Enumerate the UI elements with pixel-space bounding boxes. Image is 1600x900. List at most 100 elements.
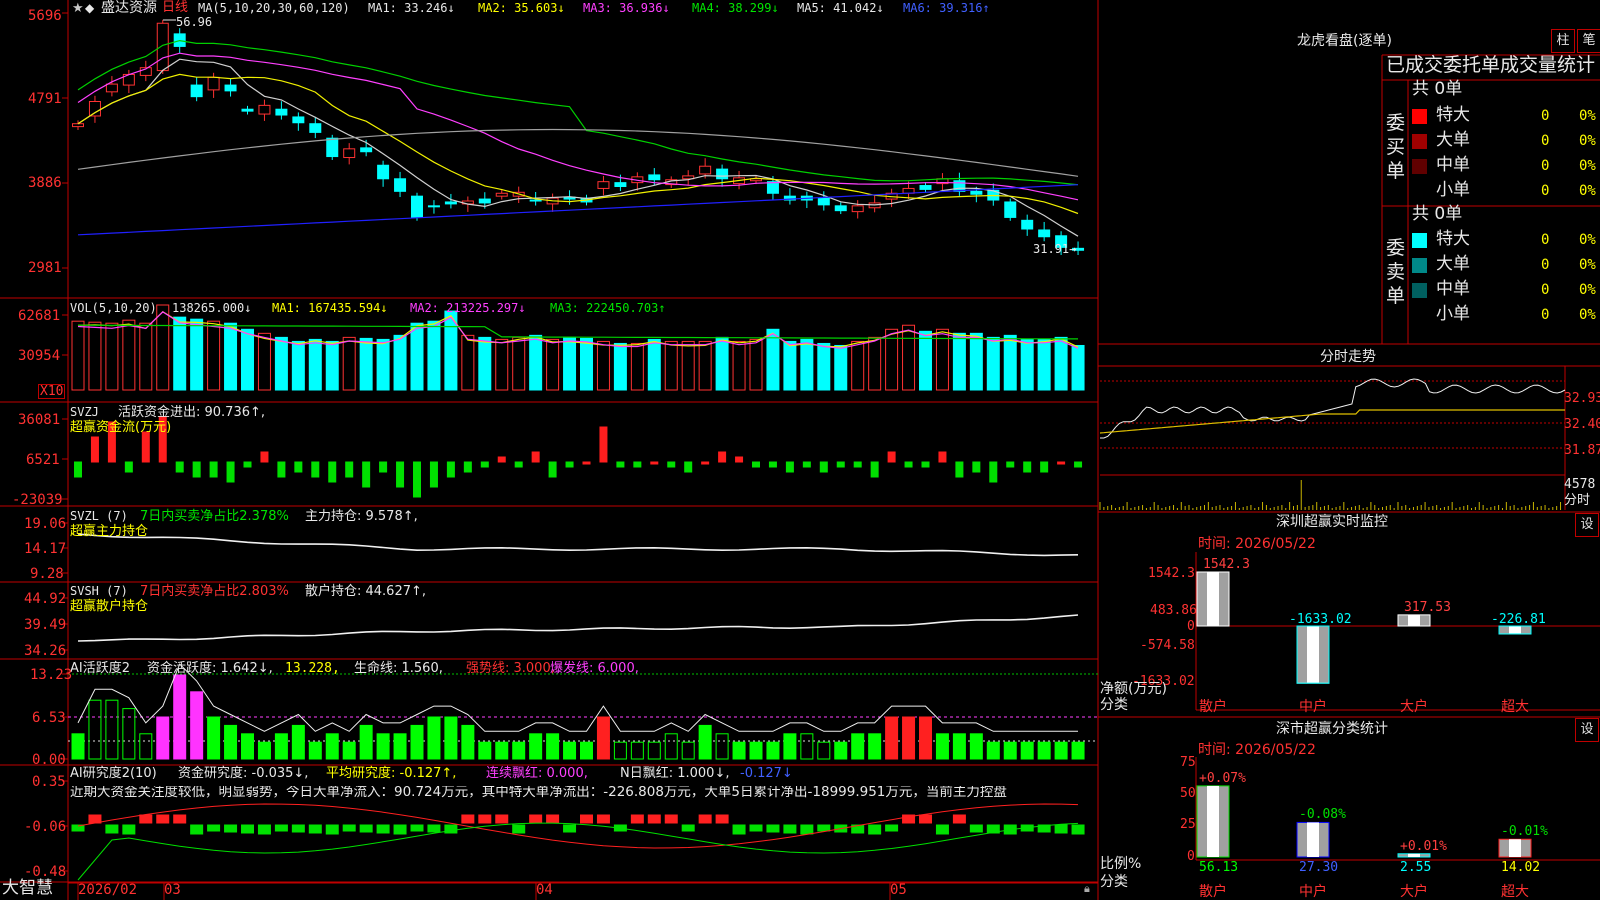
ai1-bar-46: [851, 733, 865, 760]
svzj-bar-59: [1074, 461, 1083, 468]
svzj-bar-3: [124, 461, 133, 473]
svzj-bar-0: [74, 461, 82, 478]
sz-class-settings-button[interactable]: 设: [1575, 718, 1599, 742]
lhb-tick-view-button[interactable]: 笔: [1577, 29, 1600, 53]
ma4-value: MA4: 38.299↓: [692, 1, 779, 15]
svzj-bar-51: [938, 451, 947, 463]
ai1-bar-0: [71, 733, 85, 760]
candle-body-25: [495, 192, 508, 197]
period-label[interactable]: 日线: [162, 1, 188, 14]
vol-label: VOL(5,10,20): [70, 301, 157, 315]
lock-icon[interactable]: 🔒︎: [1084, 883, 1090, 894]
candle-body-18: [377, 164, 390, 180]
lhb-buy-name-3: 小单: [1436, 180, 1470, 200]
vol-bar-2: [105, 322, 119, 391]
svzj-bar-52: [955, 461, 964, 478]
candle-body-1: [88, 100, 101, 117]
candle-body-17: [360, 147, 373, 153]
svzj-bar-32: [616, 461, 625, 468]
ai2-bar-43: [800, 824, 814, 835]
ai1-bar-8: [207, 716, 221, 760]
vol-bar-50: [919, 330, 932, 391]
svzl-ytick-1: 19.06: [24, 516, 67, 532]
vol-bar-6: [173, 316, 187, 391]
ai1-bar-9: [224, 724, 238, 760]
svzj-bar-35: [667, 461, 676, 468]
vol-value: 138265.000↓: [172, 301, 252, 315]
ai1-bar-2: [105, 699, 119, 760]
sz-monitor-settings-button[interactable]: 设: [1575, 513, 1599, 537]
candle-body-50: [919, 185, 932, 190]
sz-class-value-2: 2.55: [1400, 860, 1432, 875]
stock-chart-canvas[interactable]: [0, 0, 1600, 900]
ai2-bar-27: [529, 814, 543, 824]
ma3-value: MA3: 36.936↓: [583, 1, 670, 15]
svzj-bar-22: [446, 461, 455, 478]
sz-monitor-ylabel: 净额(万元): [1100, 681, 1167, 697]
ai2-ytick-1: 0.35: [32, 774, 66, 790]
ma6-value: MA6: 39.316↑: [903, 1, 990, 15]
favorite-star-icon[interactable]: ★: [72, 2, 84, 15]
vol-bar-21: [427, 320, 441, 391]
svzj-bar-15: [328, 461, 337, 483]
sz-monitor-value-3: -226.81: [1491, 612, 1546, 627]
vol-bar-45: [834, 344, 848, 391]
svzl-ytick-3: 9.28: [30, 566, 64, 582]
ai2-bar-34: [647, 814, 661, 824]
sz-class-time: 时间: 2026/05/22: [1198, 742, 1316, 758]
svzj-bar-49: [904, 461, 913, 468]
lhb-buy-swatch-1: [1412, 134, 1427, 149]
intraday-title: 分时走势: [1320, 349, 1376, 365]
vol-bar-36: [681, 340, 695, 391]
ai1-bar-3: [122, 708, 136, 760]
candle-body-24: [478, 198, 491, 204]
ai1-bar-16: [342, 741, 356, 760]
vol-bar-59: [1071, 344, 1085, 391]
lhb-sell-name-0: 特大: [1436, 229, 1470, 249]
ai1-bar-15: [325, 733, 339, 760]
lhb-sell-qty-3: 0: [1541, 307, 1550, 323]
candle-body-41: [766, 181, 779, 194]
svzj-bar-21: [429, 461, 438, 488]
lhb-bar-view-button[interactable]: 柱: [1551, 29, 1575, 53]
svzj-bar-27: [531, 451, 540, 463]
vol-bar-53: [969, 332, 983, 391]
ai2-bar-59: [1071, 824, 1085, 835]
svzj-bar-25: [497, 456, 506, 463]
lhb-buy-swatch-0: [1412, 109, 1427, 124]
ai2-bar-7: [190, 824, 204, 835]
svzj-bar-45: [836, 461, 845, 468]
ai1-ytick-1: 13.23: [30, 667, 73, 683]
vol-bar-47: [868, 336, 882, 391]
sz-class-ytick-4: 0: [1187, 849, 1195, 864]
vol-bar-55: [1003, 334, 1017, 391]
sz-class-title: 深市超赢分类统计: [1276, 721, 1388, 737]
ai1-bar-33: [630, 741, 644, 760]
vol-bar-19: [393, 334, 407, 391]
ai1-bar-14: [308, 741, 322, 760]
ai1-bar-27: [529, 733, 543, 760]
svsh-ytick-3: 34.26: [24, 643, 67, 659]
vol-unit: X10: [38, 384, 66, 399]
stock-name[interactable]: 盛达资源: [101, 1, 157, 15]
vol-ma3: MA3: 222450.703↑: [550, 301, 666, 315]
lhb-sell-qty-1: 0: [1541, 257, 1550, 273]
ai1-bar-50: [919, 716, 932, 760]
ai2-bar-33: [630, 814, 644, 824]
ai1-bar-38: [715, 733, 729, 760]
ai1-bar-34: [647, 741, 661, 760]
sz-monitor-value-0: 1542.3: [1203, 557, 1250, 572]
vol-bar-23: [461, 334, 475, 391]
ai2-bar-5: [156, 814, 170, 824]
sz-class-change-2: +0.01%: [1400, 838, 1447, 854]
ma120-line: [77, 184, 1079, 236]
svzj-text: 活跃资金进出: 90.736↑,: [118, 405, 266, 420]
svzj-sub: 超赢资金流(万元): [70, 420, 172, 435]
vol-bar-32: [613, 342, 627, 391]
main-ytick-1: 5696: [28, 8, 62, 24]
svsh-ytick-2: 39.49: [24, 617, 67, 633]
vol-bar-49: [902, 324, 916, 391]
main-prev-icon[interactable]: ◆: [85, 2, 94, 14]
ma30-line: [77, 39, 1079, 186]
ai2-bar-13: [291, 824, 305, 833]
